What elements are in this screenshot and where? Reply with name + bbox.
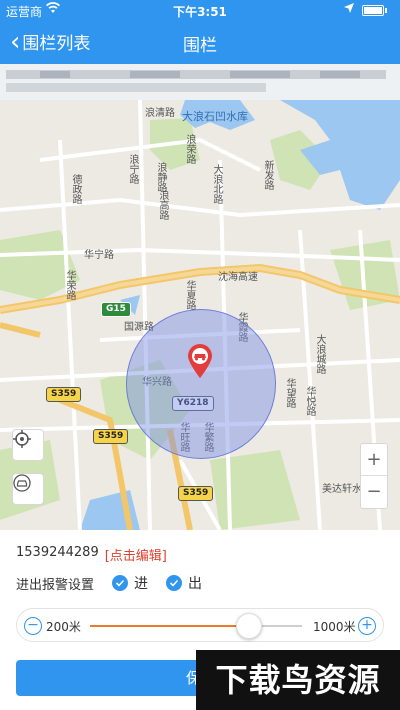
- map-road-label: 浪清路: [145, 108, 175, 119]
- alarm-label: 进出报警设置: [16, 577, 95, 593]
- battery-tip: [385, 8, 387, 13]
- slider-track-fill: [90, 625, 249, 627]
- crosshair-icon: [13, 430, 31, 448]
- range-min-label: 200米: [46, 620, 81, 634]
- checkmark-icon: [166, 575, 183, 591]
- enter-alarm-checkbox[interactable]: 进: [112, 573, 148, 593]
- watermark-logo: 下载鸟资源: [196, 650, 400, 710]
- car-locate-button[interactable]: [12, 473, 44, 505]
- map-view[interactable]: 大浪石凹水库 浪清路 浪静路 浪宁路 浪荣路 浪高路 大浪北路 新发路 德政路 …: [0, 100, 400, 530]
- geofence-circle[interactable]: [126, 309, 276, 459]
- decrease-radius-button[interactable]: −: [24, 617, 42, 635]
- checkmark-icon: [112, 575, 129, 591]
- enter-label: 进: [134, 576, 149, 592]
- map-road-label: 沈海高速: [218, 272, 258, 283]
- blurred-address-text: [6, 70, 386, 92]
- locate-button[interactable]: [12, 429, 44, 461]
- map-road-label: 华荣路: [64, 270, 75, 300]
- device-row: 1539244289 [点击编辑]: [16, 545, 167, 564]
- road-shield: S359: [178, 486, 214, 501]
- car-location-pin-icon[interactable]: [186, 343, 214, 379]
- car-icon: [13, 474, 31, 492]
- increase-radius-button[interactable]: +: [358, 617, 376, 635]
- exit-label: 出: [188, 576, 203, 592]
- road-shield: S359: [46, 387, 82, 402]
- location-arrow-icon: [344, 3, 354, 16]
- range-max-label: 1000米: [313, 620, 356, 634]
- map-road-label: 浪宁路: [127, 154, 138, 184]
- navigation-bar: ‹ 围栏列表 围栏: [0, 20, 400, 64]
- lake-label: 大浪石凹水库: [182, 110, 248, 123]
- address-banner: [0, 64, 400, 100]
- map-road-label: 浪静路: [155, 162, 166, 192]
- road-shield: S359: [93, 429, 129, 444]
- zoom-in-button[interactable]: +: [361, 444, 387, 476]
- device-id: 1539244289: [16, 545, 99, 560]
- alarm-settings-row: 进出报警设置 进 出: [16, 573, 386, 593]
- park-area: [210, 450, 300, 530]
- map-road-label: 新发路: [262, 160, 273, 190]
- page-title: 围栏: [183, 36, 217, 56]
- map-road-label: 华望路: [284, 378, 295, 408]
- map-road-label: 德政路: [70, 174, 81, 204]
- radius-slider-box: − 200米 1000米 +: [16, 608, 384, 642]
- map-road-label: 华悦路: [304, 386, 315, 416]
- slider-thumb[interactable]: [236, 613, 262, 639]
- map-road-label: 大浪北路: [211, 164, 222, 204]
- map-road-label: 浪高路: [157, 190, 168, 220]
- map-road-label: 浪荣路: [184, 134, 195, 164]
- clock: 下午3:51: [173, 5, 227, 19]
- exit-alarm-checkbox[interactable]: 出: [166, 573, 202, 593]
- status-bar: 运营商 下午3:51: [0, 0, 400, 20]
- battery-icon: [362, 5, 384, 16]
- zoom-out-button[interactable]: −: [361, 476, 387, 508]
- edit-link[interactable]: [点击编辑]: [105, 545, 167, 564]
- map-road-label: 大浪城路: [314, 334, 325, 374]
- map-road-label: 华夏路: [184, 280, 195, 310]
- map-road-label: 华宁路: [84, 250, 114, 261]
- zoom-control: + −: [360, 443, 388, 509]
- highway-shield: G15: [101, 302, 131, 317]
